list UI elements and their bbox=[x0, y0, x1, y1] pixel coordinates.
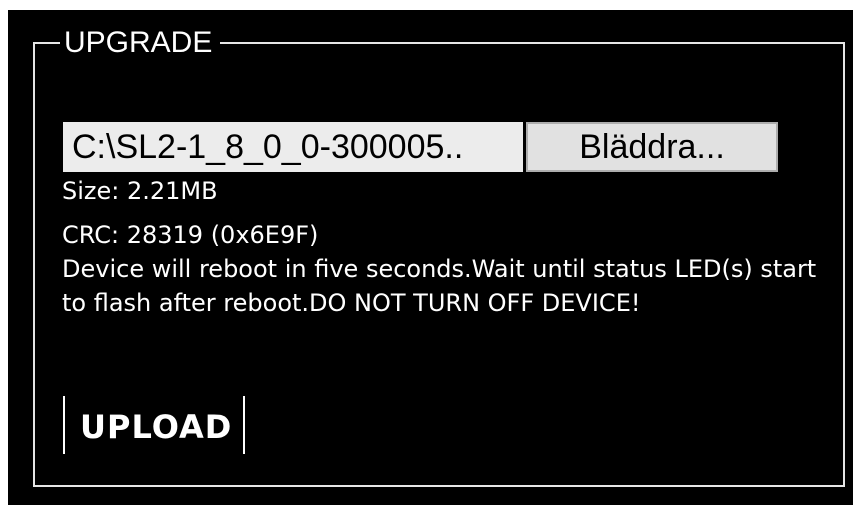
file-path-input[interactable]: C:\SL2-1_8_0_0-300005.. bbox=[63, 122, 523, 172]
crc-text: CRC: 28319 (0x6E9F) bbox=[62, 221, 319, 249]
reboot-warning-text: Device will reboot in five seconds.Wait … bbox=[62, 255, 817, 317]
upload-button[interactable]: UPLOAD bbox=[63, 396, 246, 454]
upgrade-legend: UPGRADE bbox=[60, 26, 221, 60]
browse-button[interactable]: Bläddra... bbox=[526, 122, 778, 172]
file-size-text: Size: 2.21MB bbox=[62, 177, 218, 205]
